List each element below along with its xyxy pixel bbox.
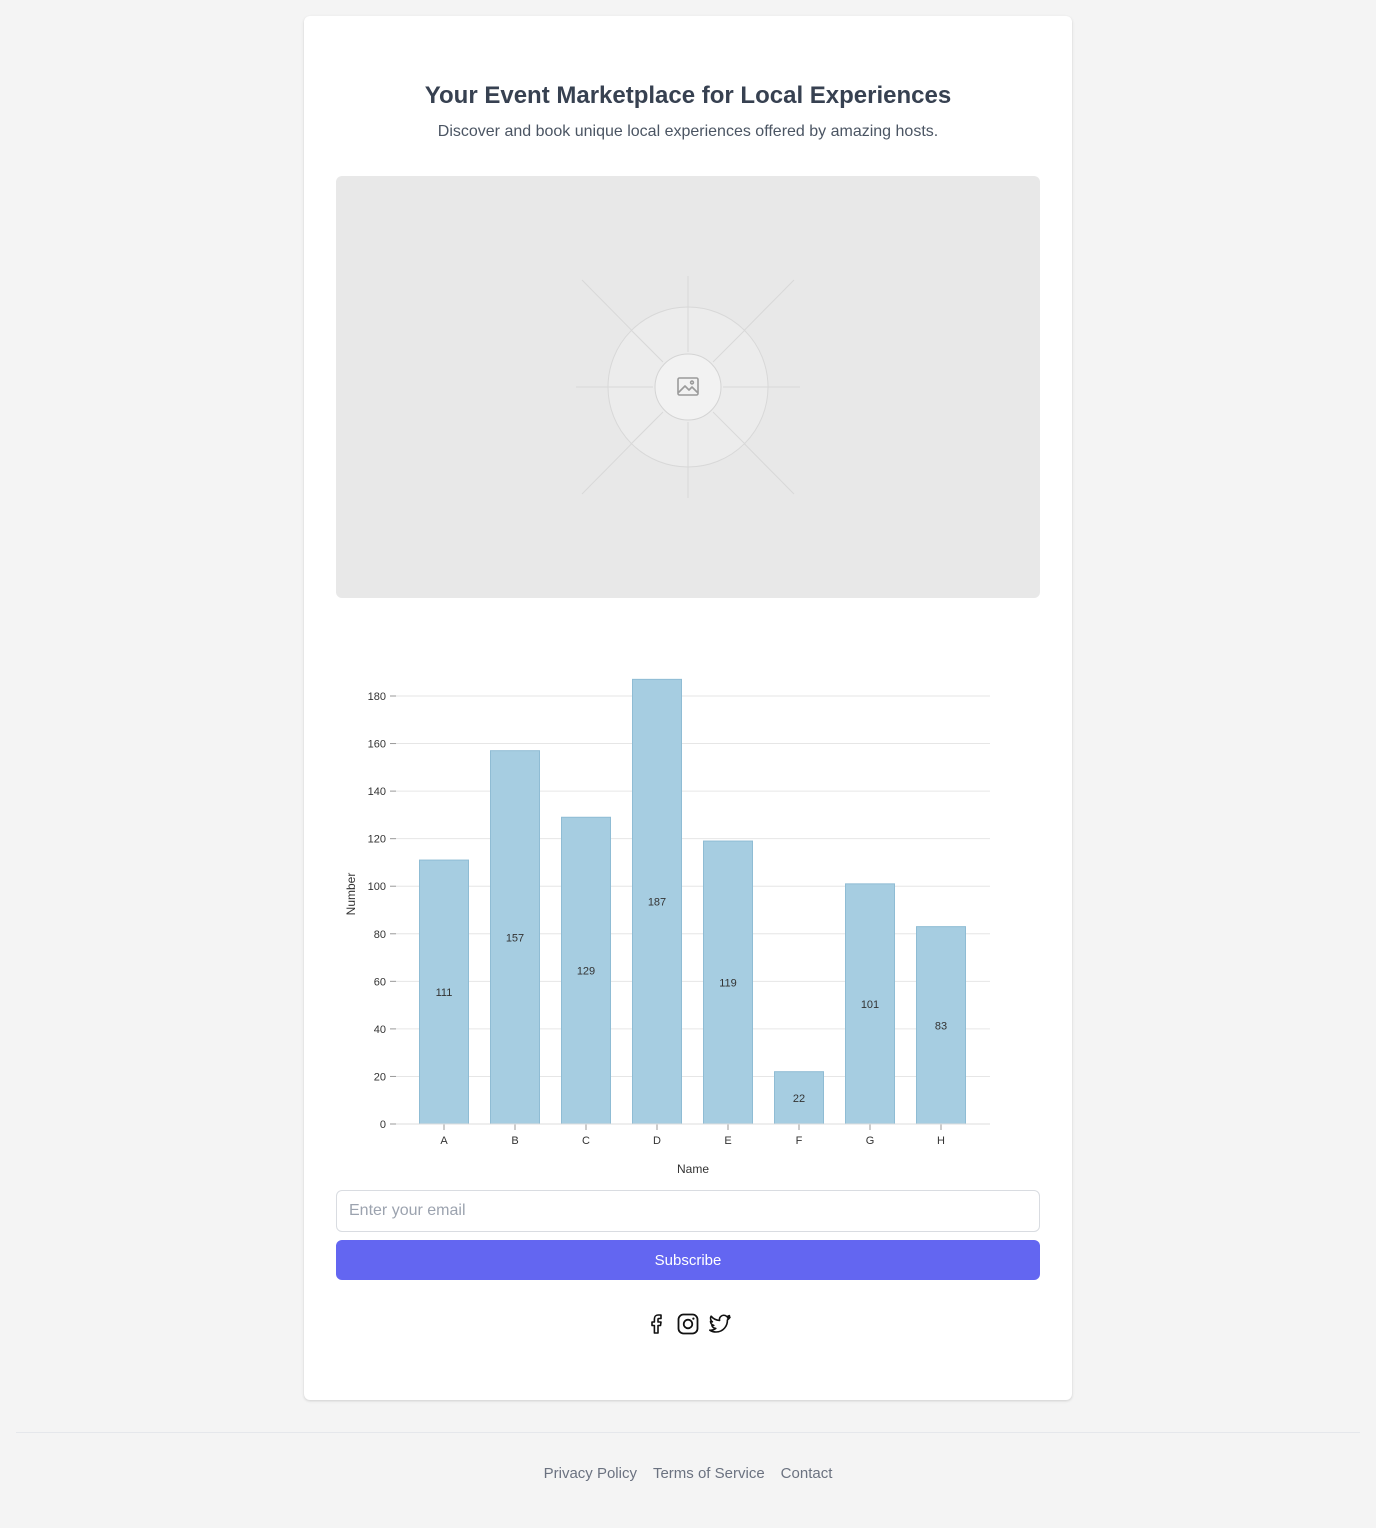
- bar-value-label: 101: [861, 999, 879, 1011]
- privacy-policy-link[interactable]: Privacy Policy: [544, 1464, 637, 1484]
- bar-value-label: 157: [506, 932, 524, 944]
- y-axis-title: Number: [344, 873, 358, 916]
- page-title: Your Event Marketplace for Local Experie…: [424, 82, 952, 109]
- y-tick-label: 160: [368, 739, 386, 751]
- footer-links: Privacy Policy Terms of Service Contact: [0, 1464, 1376, 1484]
- x-axis-title: Name: [677, 1162, 709, 1176]
- subscribe-button[interactable]: Subscribe: [336, 1240, 1040, 1280]
- x-tick-label: D: [653, 1135, 661, 1147]
- email-field[interactable]: [336, 1190, 1040, 1232]
- y-tick-label: 180: [368, 691, 386, 703]
- contact-link[interactable]: Contact: [781, 1464, 833, 1484]
- x-tick-label: G: [866, 1135, 875, 1147]
- hero-image-placeholder: [336, 176, 1040, 598]
- bar-value-label: 22: [793, 1093, 805, 1105]
- y-tick-label: 20: [374, 1071, 386, 1083]
- twitter-icon[interactable]: [708, 1312, 732, 1336]
- page-subtitle: Discover and book unique local experienc…: [437, 123, 939, 140]
- facebook-icon[interactable]: [644, 1312, 668, 1336]
- x-tick-label: E: [724, 1135, 731, 1147]
- y-tick-label: 120: [368, 834, 386, 846]
- x-tick-label: B: [511, 1135, 518, 1147]
- social-links: [304, 1312, 1072, 1336]
- x-tick-label: F: [796, 1135, 803, 1147]
- bar-value-label: 83: [935, 1020, 947, 1032]
- bar-value-label: 187: [648, 897, 666, 909]
- main-card: Your Event Marketplace for Local Experie…: [304, 16, 1072, 1400]
- footer-divider: [16, 1432, 1360, 1433]
- y-tick-label: 40: [374, 1024, 386, 1036]
- y-tick-label: 60: [374, 976, 386, 988]
- x-tick-label: C: [582, 1135, 590, 1147]
- bar-chart: 0 20 40 60 80 100 120 140 160 180 111 A 157 B 129 C 187 D…: [336, 662, 1040, 1182]
- bar-value-label: 129: [577, 966, 595, 978]
- y-tick-label: 100: [368, 881, 386, 893]
- x-tick-label: A: [440, 1135, 448, 1147]
- y-tick-label: 140: [368, 786, 386, 798]
- image-placeholder-graphic: [576, 276, 800, 498]
- instagram-icon[interactable]: [676, 1312, 700, 1336]
- y-tick-label: 80: [374, 929, 386, 941]
- y-tick-label: 0: [380, 1119, 386, 1131]
- bar-value-label: 111: [436, 987, 453, 999]
- x-tick-label: H: [937, 1135, 945, 1147]
- bar-value-label: 119: [719, 978, 737, 990]
- terms-of-service-link[interactable]: Terms of Service: [653, 1464, 765, 1484]
- bar-chart-svg: 0 20 40 60 80 100 120 140 160 180 111 A 157 B 129 C 187 D…: [344, 678, 990, 1176]
